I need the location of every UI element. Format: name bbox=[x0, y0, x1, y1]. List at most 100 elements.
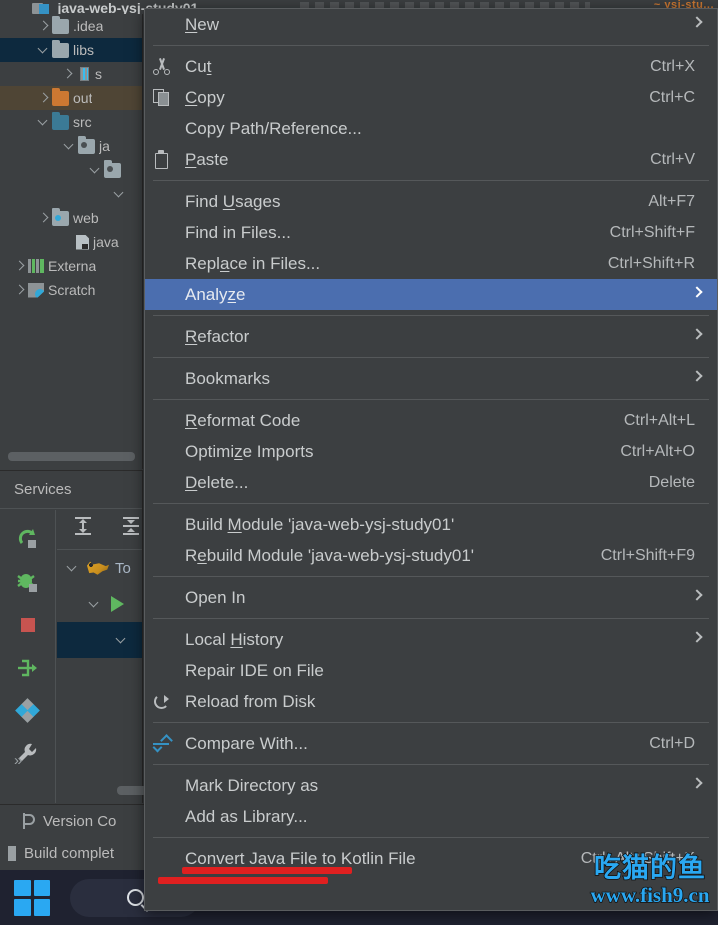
tree-item-label: libs bbox=[73, 42, 95, 58]
reload-icon bbox=[153, 694, 169, 709]
menu-item-cut[interactable]: Cut Ctrl+X bbox=[145, 51, 717, 82]
menu-item-label: Analyze bbox=[185, 284, 246, 304]
menu-item-copy-path-reference[interactable]: Copy Path/Reference... bbox=[145, 113, 717, 144]
menu-separator bbox=[153, 764, 709, 765]
chevron-down-icon[interactable] bbox=[114, 633, 128, 647]
menu-item-label: Reformat Code bbox=[185, 410, 301, 430]
tree-row[interactable]: java bbox=[0, 230, 142, 254]
chevron-down-icon[interactable] bbox=[88, 163, 102, 177]
tree-item-label: ja bbox=[99, 138, 110, 154]
external-libraries-icon bbox=[28, 259, 44, 273]
deploy-icon[interactable] bbox=[0, 646, 56, 689]
tree-row[interactable]: Externa bbox=[0, 254, 142, 278]
menu-item-add-as-library[interactable]: Add as Library... bbox=[145, 801, 717, 832]
package-icon bbox=[104, 159, 121, 178]
services-secondary-toolbar[interactable] bbox=[57, 510, 142, 550]
menu-item-refactor[interactable]: Refactor bbox=[145, 321, 717, 352]
annotation-underline bbox=[182, 867, 352, 874]
chevron-right-icon[interactable] bbox=[12, 259, 26, 273]
menu-item-icon bbox=[145, 150, 177, 169]
menu-item-compare-with[interactable]: Compare With... Ctrl+D bbox=[145, 728, 717, 759]
services-tool-window[interactable]: Services » To bbox=[0, 470, 357, 803]
chevron-down-icon[interactable] bbox=[36, 115, 50, 129]
watermark: 吃猫的鱼 www.fish9.cn bbox=[584, 854, 716, 917]
menu-item-copy[interactable]: Copy Ctrl+C bbox=[145, 82, 717, 113]
menu-item-new[interactable]: New bbox=[145, 9, 717, 40]
tree-indent[interactable] bbox=[60, 235, 74, 249]
chevron-down-icon[interactable] bbox=[62, 139, 76, 153]
more-tool-buttons[interactable]: » bbox=[14, 752, 22, 769]
tree-item-label: src bbox=[73, 114, 92, 130]
chevron-right-icon[interactable] bbox=[36, 19, 50, 33]
services-toolbar[interactable]: » bbox=[0, 510, 56, 803]
menu-item-rebuild-module-java-web-ysj-study01[interactable]: Rebuild Module 'java-web-ysj-study01' Ctr… bbox=[145, 540, 717, 571]
tree-row[interactable]: .idea bbox=[0, 14, 142, 38]
menu-item-find-in-files[interactable]: Find in Files... Ctrl+Shift+F bbox=[145, 217, 717, 248]
menu-item-label: Rebuild Module 'java-web-ysj-study01' bbox=[185, 545, 475, 565]
stop-icon[interactable] bbox=[0, 603, 56, 646]
tree-row[interactable]: ja bbox=[0, 134, 142, 158]
tree-row[interactable] bbox=[0, 182, 142, 206]
chevron-right-icon[interactable] bbox=[36, 211, 50, 225]
project-tree[interactable]: .idea libs s out src ja web java Externa Scratch bbox=[0, 14, 142, 302]
tree-row[interactable]: Scratch bbox=[0, 278, 142, 302]
paste-icon bbox=[153, 150, 170, 169]
menu-item-optimize-imports[interactable]: Optimize Imports Ctrl+Alt+O bbox=[145, 436, 717, 467]
menu-item-mark-directory-as[interactable]: Mark Directory as bbox=[145, 770, 717, 801]
services-selected-row[interactable] bbox=[57, 622, 142, 658]
menu-item-local-history[interactable]: Local History bbox=[145, 624, 717, 655]
menu-item-bookmarks[interactable]: Bookmarks bbox=[145, 363, 717, 394]
menu-separator bbox=[153, 399, 709, 400]
chevron-down-icon[interactable] bbox=[65, 561, 79, 575]
tree-row[interactable]: s bbox=[0, 62, 142, 86]
menu-item-label: Paste bbox=[185, 149, 229, 169]
start-button-icon[interactable] bbox=[14, 879, 50, 916]
menu-item-build-module-java-web-ysj-study01[interactable]: Build Module 'java-web-ysj-study01' bbox=[145, 509, 717, 540]
chevron-down-icon[interactable] bbox=[87, 597, 101, 611]
menu-item-shortcut: Ctrl+Alt+O bbox=[620, 442, 695, 460]
expand-all-icon[interactable] bbox=[71, 516, 95, 543]
services-content[interactable]: To bbox=[57, 510, 357, 803]
menu-item-open-in[interactable]: Open In bbox=[145, 582, 717, 613]
tree-row[interactable]: libs bbox=[0, 38, 142, 62]
tree-row[interactable] bbox=[0, 158, 142, 182]
menu-item-reformat-code[interactable]: Reformat Code Ctrl+Alt+L bbox=[145, 405, 717, 436]
tree-item-label: Scratch bbox=[48, 282, 96, 298]
tree-row[interactable]: web bbox=[0, 206, 142, 230]
services-tomcat-child-row[interactable] bbox=[57, 586, 142, 622]
chevron-down-icon[interactable] bbox=[112, 187, 126, 201]
web-folder-icon bbox=[52, 207, 69, 226]
chevron-right-icon[interactable] bbox=[36, 91, 50, 105]
tree-row[interactable]: out bbox=[0, 86, 142, 110]
rerun-icon[interactable] bbox=[0, 517, 56, 560]
chevron-right-icon[interactable] bbox=[12, 283, 26, 297]
settings-wrench-icon[interactable] bbox=[0, 732, 56, 775]
project-tree-scrollbar[interactable] bbox=[8, 452, 135, 461]
menu-item-label: Copy bbox=[185, 87, 225, 107]
package-icon bbox=[78, 135, 95, 154]
menu-item-delete[interactable]: Delete... Delete bbox=[145, 467, 717, 498]
menu-item-repair-ide-on-file[interactable]: Repair IDE on File bbox=[145, 655, 717, 686]
debug-icon[interactable] bbox=[0, 560, 56, 603]
context-menu[interactable]: New Cut Ctrl+X Copy Ctrl+C Copy Path/Referenc… bbox=[144, 8, 718, 911]
menu-item-replace-in-files[interactable]: Replace in Files... Ctrl+Shift+R bbox=[145, 248, 717, 279]
chevron-down-icon[interactable] bbox=[36, 43, 50, 57]
menu-item-label: New bbox=[185, 14, 220, 34]
filter-icon[interactable] bbox=[0, 689, 56, 732]
scratch-icon bbox=[28, 282, 44, 298]
project-tool-window[interactable]: .idea libs s out src ja web java Externa Scratch bbox=[0, 14, 143, 469]
folder-orange-icon bbox=[52, 87, 69, 106]
menu-item-analyze[interactable]: Analyze bbox=[145, 279, 717, 310]
collapse-all-icon[interactable] bbox=[119, 516, 143, 543]
menu-item-paste[interactable]: Paste Ctrl+V bbox=[145, 144, 717, 175]
tree-row[interactable]: src bbox=[0, 110, 142, 134]
menu-item-label: Delete... bbox=[185, 472, 249, 492]
menu-separator bbox=[153, 503, 709, 504]
menu-item-reload-from-disk[interactable]: Reload from Disk bbox=[145, 686, 717, 717]
folder-icon bbox=[52, 15, 69, 34]
services-tomcat-row[interactable]: To bbox=[57, 550, 142, 586]
chevron-right-icon[interactable] bbox=[60, 67, 74, 81]
menu-item-find-usages[interactable]: Find Usages Alt+F7 bbox=[145, 186, 717, 217]
menu-item-label: Build Module 'java-web-ysj-study01' bbox=[185, 514, 455, 534]
menu-item-label: Replace in Files... bbox=[185, 253, 321, 273]
